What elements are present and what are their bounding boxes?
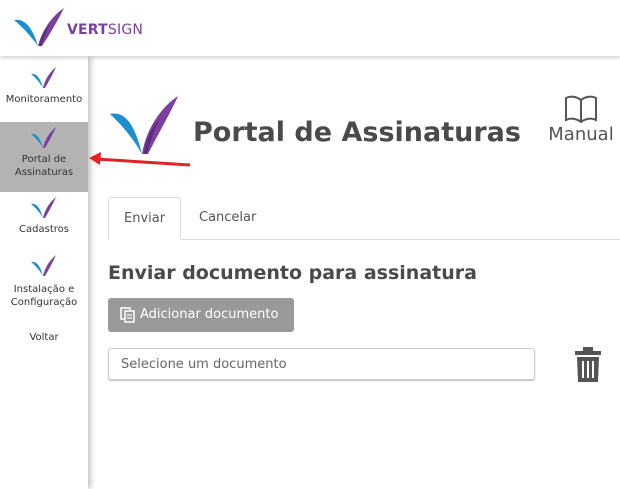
page-title: Portal de Assinaturas [193, 117, 521, 148]
book-icon [565, 95, 597, 124]
add-document-label: Adicionar documento [140, 307, 279, 322]
vertsign-logo-icon [31, 255, 56, 276]
tab-bar: Enviar Cancelar [108, 197, 620, 240]
document-select-input[interactable] [108, 348, 535, 380]
top-bar: VERTSIGN [0, 0, 620, 56]
sidebar-item-monitoramento[interactable]: Monitoramento [0, 66, 88, 122]
sidebar-item-label: Cadastros [19, 224, 69, 235]
vertsign-logo-icon [110, 96, 178, 154]
sidebar-item-instalacao-configuracao[interactable]: Instalação e Configuração [0, 254, 88, 320]
files-icon [120, 307, 135, 323]
manual-label: Manual [548, 124, 614, 145]
trash-icon[interactable] [574, 347, 602, 383]
sidebar-item-portal-assinaturas[interactable]: Portal de Assinaturas [0, 122, 88, 192]
tab-cancelar[interactable]: Cancelar [184, 197, 271, 238]
send-document-heading: Enviar documento para assinatura [108, 262, 477, 284]
sidebar-item-label: Instalação e Configuração [10, 284, 78, 308]
manual-button[interactable]: Manual [542, 94, 620, 145]
sidebar-item-label: Portal de Assinaturas [14, 154, 74, 178]
arrow-icon [89, 152, 191, 167]
add-document-button[interactable]: Adicionar documento [108, 298, 294, 332]
sidebar-item-label: Monitoramento [5, 94, 83, 105]
sidebar-item-label: Voltar [29, 332, 59, 343]
sidebar: Monitoramento Portal de Assinaturas Cada… [0, 56, 88, 489]
brand-name: VERTSIGN [67, 22, 144, 38]
vertsign-logo-icon [31, 67, 56, 88]
vertsign-logo-icon [31, 127, 56, 148]
sidebar-item-voltar[interactable]: Voltar [0, 332, 88, 350]
vertsign-logo-icon[interactable] [12, 6, 68, 50]
vertsign-logo-icon [31, 197, 56, 218]
sidebar-item-cadastros[interactable]: Cadastros [0, 196, 88, 246]
tab-enviar[interactable]: Enviar [108, 197, 182, 240]
